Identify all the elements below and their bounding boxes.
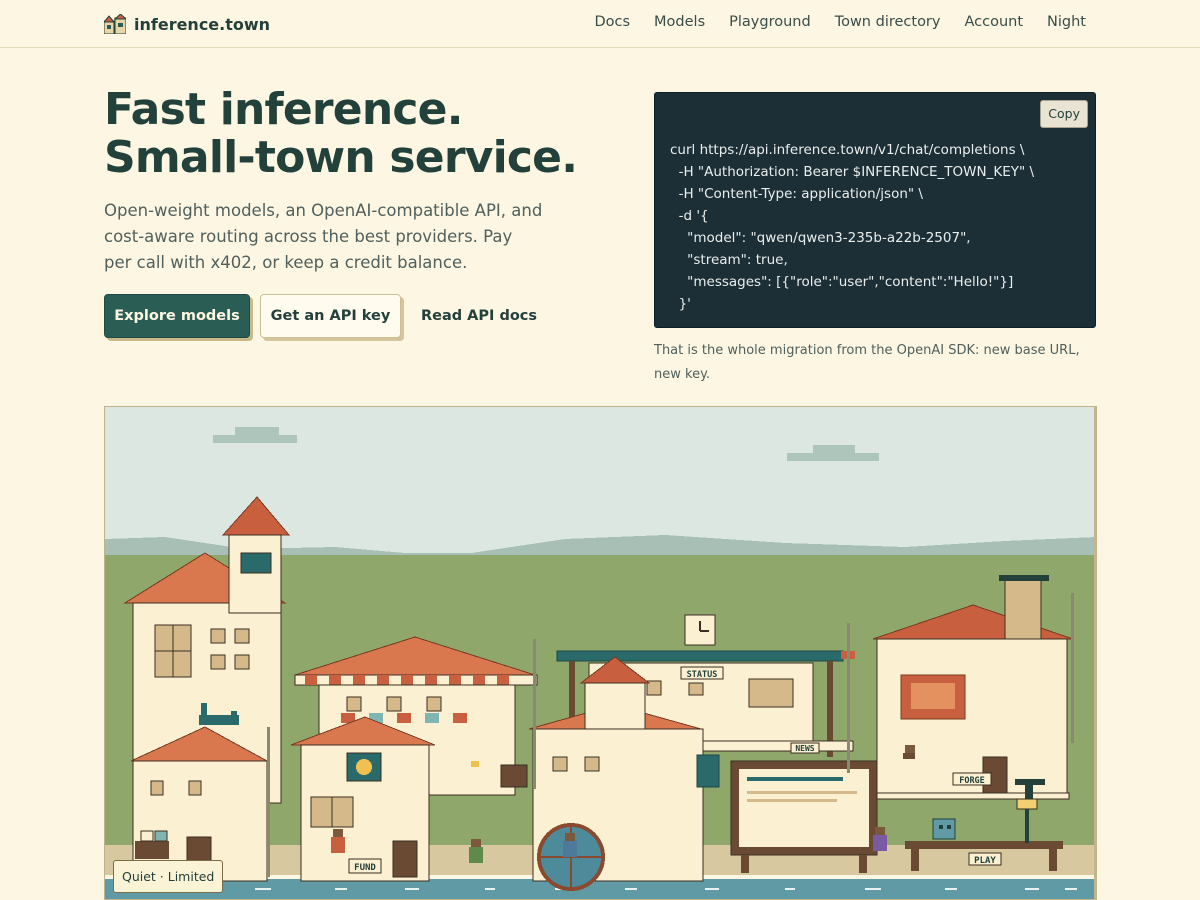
theme-toggle-night[interactable]: Night — [1047, 14, 1086, 30]
nav-docs[interactable]: Docs — [594, 14, 630, 30]
town-scene: FUND STATUS NEWS FORGE PLAY — [105, 407, 1094, 899]
town-illustration: FUND STATUS NEWS FORGE PLAY — [104, 406, 1097, 900]
explore-models-button[interactable]: Explore models — [104, 294, 250, 338]
town-status-badge[interactable]: Quiet · Limited — [113, 860, 224, 893]
code-line: curl https://api.inference.town/v1/chat/… — [670, 142, 1025, 158]
code-snippet: Copy curl https://api.inference.town/v1/… — [654, 92, 1096, 328]
town-houses-icon — [104, 14, 126, 34]
hero-title-line-1: Fast inference. — [104, 84, 463, 135]
hero-title: Fast inference. Small-town service. — [104, 86, 644, 182]
play-sign: PLAY — [974, 856, 996, 866]
top-navigation-bar: inference.town Docs Models Playground To… — [0, 0, 1200, 48]
code-line: -d '{ — [670, 208, 709, 224]
hero-title-line-2: Small-town service. — [104, 132, 578, 183]
brand-name: inference.town — [134, 14, 271, 34]
code-line: }' — [670, 296, 691, 312]
code-line: "model": "qwen/qwen3-235b-a22b-2507", — [670, 230, 971, 246]
fund-sign: FUND — [354, 863, 376, 873]
news-sign: NEWS — [795, 744, 814, 753]
nav-models[interactable]: Models — [654, 14, 705, 30]
get-api-key-button[interactable]: Get an API key — [260, 294, 401, 338]
read-api-docs-link[interactable]: Read API docs — [412, 294, 546, 338]
nav-account[interactable]: Account — [964, 14, 1023, 30]
brand-logo-link[interactable]: inference.town — [104, 12, 270, 36]
status-sign: STATUS — [687, 670, 718, 680]
hero-subtitle: Open-weight models, an OpenAI-compatible… — [104, 201, 543, 272]
nav-playground[interactable]: Playground — [729, 14, 811, 30]
main-nav: Docs Models Playground Town directory Ac… — [594, 14, 1086, 30]
fund-house: FUND — [290, 716, 436, 882]
code-caption: That is the whole migration from the Ope… — [654, 343, 1080, 382]
code-line: -H "Content-Type: application/json" \ — [670, 186, 923, 202]
code-line: -H "Authorization: Bearer $INFERENCE_TOW… — [670, 164, 1035, 180]
copy-button[interactable]: Copy — [1040, 100, 1088, 128]
forge-sign: FORGE — [959, 776, 985, 786]
code-lines: curl https://api.inference.town/v1/chat/… — [670, 139, 1034, 315]
code-line: "stream": true, — [670, 252, 788, 268]
code-line: "messages": [{"role":"user","content":"H… — [670, 274, 1014, 290]
nav-town-directory[interactable]: Town directory — [835, 14, 941, 30]
